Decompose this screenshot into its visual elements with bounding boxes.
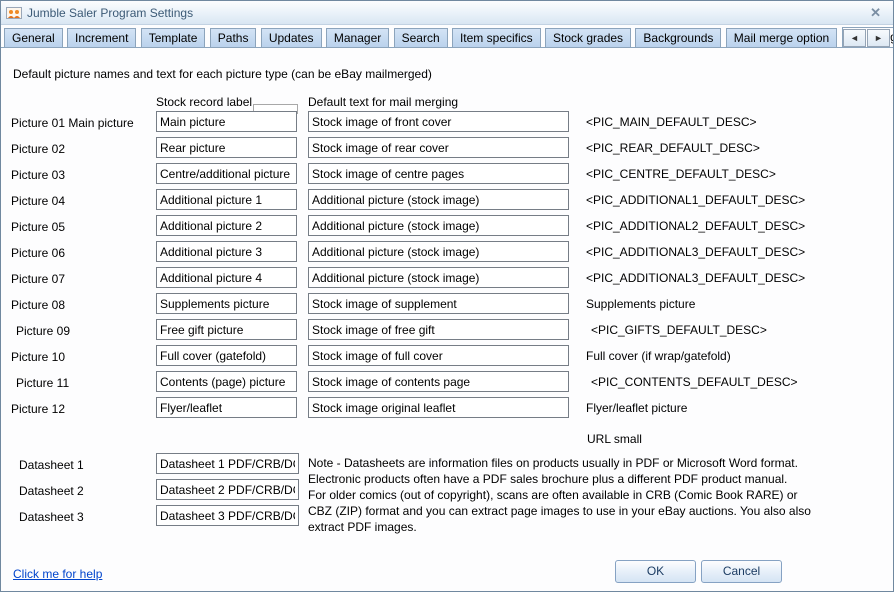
window-title: Jumble Saler Program Settings <box>27 6 193 20</box>
stock-record-label-input[interactable] <box>156 163 297 184</box>
tab-item-specifics[interactable]: Item specifics <box>452 28 541 48</box>
title-bar: Jumble Saler Program Settings ✕ <box>1 1 893 25</box>
stock-record-label-input[interactable] <box>156 189 297 210</box>
merge-code-label: <PIC_REAR_DEFAULT_DESC> <box>586 141 760 155</box>
column-header-stock-record-label: Stock record label <box>156 95 252 109</box>
default-text-input[interactable] <box>308 345 569 366</box>
merge-code-label: <PIC_CONTENTS_DEFAULT_DESC> <box>591 375 798 389</box>
stock-record-label-input[interactable] <box>156 397 297 418</box>
datasheet-row-label: Datasheet 1 <box>19 458 84 472</box>
merge-code-label: <PIC_MAIN_DEFAULT_DESC> <box>586 115 757 129</box>
picture-row-label: Picture 02 <box>11 142 65 156</box>
settings-dialog: Jumble Saler Program Settings ✕ General … <box>0 0 894 592</box>
datasheet-input[interactable] <box>156 479 299 500</box>
picture-row-02: Picture 02 <PIC_REAR_DEFAULT_DESC> <box>1 137 894 161</box>
picture-row-label: Picture 04 <box>11 194 65 208</box>
tab-increment[interactable]: Increment <box>67 28 136 48</box>
pane-description: Default picture names and text for each … <box>13 67 432 81</box>
picture-row-04: Picture 04 <PIC_ADDITIONAL1_DEFAULT_DESC… <box>1 189 894 213</box>
tab-search[interactable]: Search <box>394 28 448 48</box>
ok-button[interactable]: OK <box>615 560 696 583</box>
picture-row-label: Picture 03 <box>11 168 65 182</box>
url-small-label: URL small <box>587 432 642 446</box>
picture-row-label: Picture 06 <box>11 246 65 260</box>
merge-code-label: <PIC_ADDITIONAL3_DEFAULT_DESC> <box>586 245 805 259</box>
cancel-button[interactable]: Cancel <box>701 560 782 583</box>
picture-row-10: Picture 10 Full cover (if wrap/gatefold) <box>1 345 894 369</box>
picture-row-label: Picture 11 <box>16 376 69 390</box>
tab-strip: General Increment Template Paths Updates… <box>1 27 893 48</box>
default-text-input[interactable] <box>308 293 569 314</box>
merge-code-label: Full cover (if wrap/gatefold) <box>586 349 731 363</box>
default-text-input[interactable] <box>308 371 569 392</box>
picture-row-06: Picture 06 <PIC_ADDITIONAL3_DEFAULT_DESC… <box>1 241 894 265</box>
datasheet-note: Note - Datasheets are information files … <box>308 455 890 535</box>
picture-row-05: Picture 05 <PIC_ADDITIONAL2_DEFAULT_DESC… <box>1 215 894 239</box>
merge-code-label: <PIC_ADDITIONAL2_DEFAULT_DESC> <box>586 219 805 233</box>
default-text-input[interactable] <box>308 111 569 132</box>
tab-general[interactable]: General <box>4 28 63 48</box>
datasheet-input[interactable] <box>156 505 299 526</box>
close-icon[interactable]: ✕ <box>870 5 881 21</box>
picture-row-label: Picture 05 <box>11 220 65 234</box>
tab-backgrounds[interactable]: Backgrounds <box>635 28 721 48</box>
picture-row-09: Picture 09 <PIC_GIFTS_DEFAULT_DESC> <box>1 319 894 343</box>
app-icon <box>6 5 22 21</box>
picture-row-08: Picture 08 Supplements picture <box>1 293 894 317</box>
merge-code-label: <PIC_GIFTS_DEFAULT_DESC> <box>591 323 767 337</box>
picture-row-01: Picture 01 Main picture <PIC_MAIN_DEFAUL… <box>1 111 894 135</box>
tab-paths[interactable]: Paths <box>210 28 257 48</box>
default-text-input[interactable] <box>308 189 569 210</box>
tab-updates[interactable]: Updates <box>261 28 322 48</box>
picture-row-03: Picture 03 <PIC_CENTRE_DEFAULT_DESC> <box>1 163 894 187</box>
picture-row-label: Picture 07 <box>11 272 65 286</box>
picture-row-label: Picture 12 <box>11 402 65 416</box>
default-text-input[interactable] <box>308 163 569 184</box>
column-header-default-text: Default text for mail merging <box>308 95 458 109</box>
default-text-input[interactable] <box>308 397 569 418</box>
datasheet-row-label: Datasheet 3 <box>19 510 84 524</box>
picture-row-label: Picture 09 <box>16 324 70 338</box>
default-text-input[interactable] <box>308 241 569 262</box>
tab-manager[interactable]: Manager <box>326 28 389 48</box>
default-text-input[interactable] <box>308 137 569 158</box>
stock-record-label-input[interactable] <box>156 319 297 340</box>
pic-merge-options-pane: Default picture names and text for each … <box>1 49 894 592</box>
default-text-input[interactable] <box>308 215 569 236</box>
merge-code-label: Flyer/leaflet picture <box>586 401 687 415</box>
picture-row-label: Picture 10 <box>11 350 65 364</box>
tab-stock-grades[interactable]: Stock grades <box>545 28 631 48</box>
stock-record-label-input[interactable] <box>156 137 297 158</box>
merge-code-label: <PIC_ADDITIONAL3_DEFAULT_DESC> <box>586 271 805 285</box>
stock-record-label-input[interactable] <box>156 345 297 366</box>
stock-record-label-input[interactable] <box>156 293 297 314</box>
stock-record-label-input[interactable] <box>156 267 297 288</box>
stock-record-label-input[interactable] <box>156 111 297 132</box>
default-text-input[interactable] <box>308 267 569 288</box>
picture-row-label: Picture 01 Main picture <box>11 116 134 130</box>
tab-template[interactable]: Template <box>141 28 206 48</box>
merge-code-label: <PIC_ADDITIONAL1_DEFAULT_DESC> <box>586 193 805 207</box>
stock-record-label-input[interactable] <box>156 371 297 392</box>
picture-row-07: Picture 07 <PIC_ADDITIONAL3_DEFAULT_DESC… <box>1 267 894 291</box>
picture-row-label: Picture 08 <box>11 298 65 312</box>
picture-row-12: Picture 12 Flyer/leaflet picture <box>1 397 894 421</box>
tab-mail-merge-option[interactable]: Mail merge option <box>726 28 837 48</box>
default-text-input[interactable] <box>308 319 569 340</box>
datasheet-input[interactable] <box>156 453 299 474</box>
merge-code-label: Supplements picture <box>586 297 695 311</box>
datasheet-row-label: Datasheet 2 <box>19 484 84 498</box>
stock-record-label-input[interactable] <box>156 241 297 262</box>
help-link[interactable]: Click me for help <box>13 567 102 581</box>
tab-scroll-right-icon[interactable]: ► <box>867 29 890 47</box>
merge-code-label: <PIC_CENTRE_DEFAULT_DESC> <box>586 167 776 181</box>
picture-row-11: Picture 11 <PIC_CONTENTS_DEFAULT_DESC> <box>1 371 894 395</box>
tab-scroll-left-icon[interactable]: ◄ <box>843 29 866 47</box>
stock-record-label-input[interactable] <box>156 215 297 236</box>
